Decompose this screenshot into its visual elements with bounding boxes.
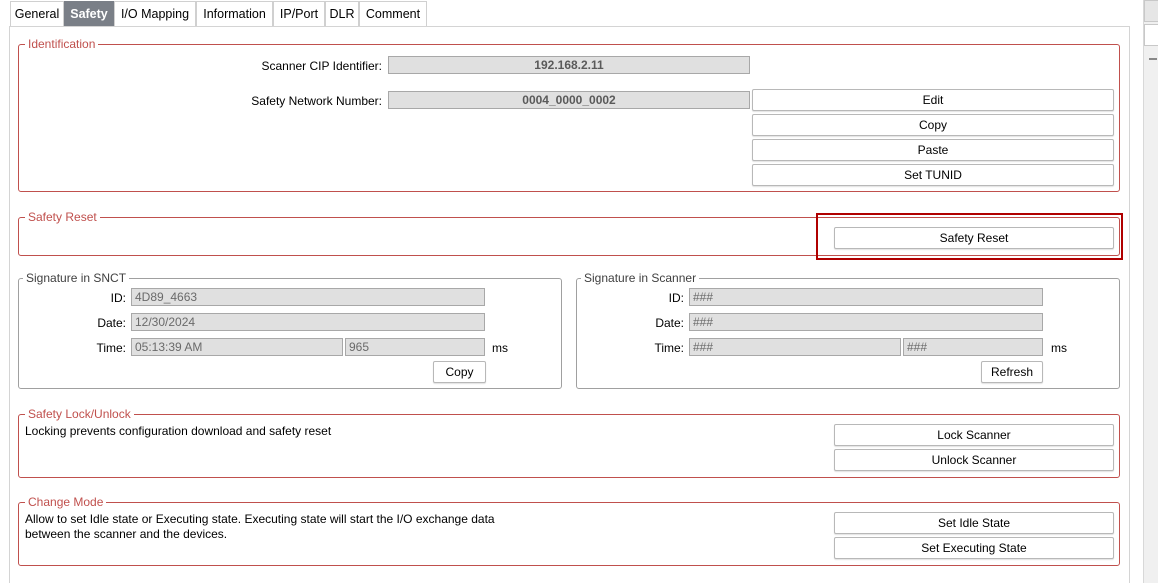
scanner-time-field: ###	[689, 338, 901, 356]
snct-date-label: Date:	[97, 316, 126, 330]
change-mode-title: Change Mode	[25, 494, 107, 510]
scanner-date-field: ###	[689, 313, 1043, 331]
tab-io-mapping[interactable]: I/O Mapping	[114, 1, 196, 26]
snct-date-field: 12/30/2024	[131, 313, 485, 331]
tab-comment[interactable]: Comment	[359, 1, 427, 26]
copy-snn-button[interactable]: Copy	[752, 114, 1114, 136]
safety-reset-title: Safety Reset	[25, 209, 100, 225]
unlock-scanner-button[interactable]: Unlock Scanner	[834, 449, 1114, 471]
scroll-thumb[interactable]	[1144, 24, 1158, 46]
scroll-up-button[interactable]	[1144, 0, 1158, 22]
signature-snct-title: Signature in SNCT	[23, 270, 130, 286]
cip-label: Scanner CIP Identifier:	[261, 59, 382, 73]
tab-bar: General Safety I/O Mapping Information I…	[0, 0, 1140, 26]
scanner-ms-unit: ms	[1051, 341, 1067, 355]
snct-copy-button[interactable]: Copy	[433, 361, 486, 383]
identification-title: Identification	[25, 36, 99, 52]
snct-ms-field: 965	[345, 338, 485, 356]
scanner-date-label: Date:	[655, 316, 684, 330]
lock-description: Locking prevents configuration download …	[25, 424, 332, 438]
signature-scanner-title: Signature in Scanner	[581, 270, 700, 286]
scanner-id-field: ###	[689, 288, 1043, 306]
scanner-time-label: Time:	[654, 341, 684, 355]
scanner-ms-field: ###	[903, 338, 1043, 356]
vertical-scrollbar[interactable]	[1143, 0, 1158, 583]
refresh-button[interactable]: Refresh	[981, 361, 1043, 383]
change-mode-description-line1: Allow to set Idle state or Executing sta…	[25, 512, 495, 526]
snn-label: Safety Network Number:	[251, 94, 382, 108]
tab-dlr[interactable]: DLR	[325, 1, 359, 26]
scroll-grip-icon	[1149, 58, 1157, 60]
edit-button[interactable]: Edit	[752, 89, 1114, 111]
tab-general[interactable]: General	[10, 1, 64, 26]
snct-id-label: ID:	[110, 291, 126, 305]
snn-field: 0004_0000_0002	[388, 91, 750, 109]
tab-safety[interactable]: Safety	[64, 1, 114, 26]
snct-time-field: 05:13:39 AM	[131, 338, 343, 356]
set-tunid-button[interactable]: Set TUNID	[752, 164, 1114, 186]
safety-lock-title: Safety Lock/Unlock	[25, 406, 134, 422]
change-mode-description-line2: between the scanner and the devices.	[25, 527, 228, 541]
tab-information[interactable]: Information	[196, 1, 273, 26]
snct-time-label: Time:	[96, 341, 126, 355]
set-executing-state-button[interactable]: Set Executing State	[834, 537, 1114, 559]
safety-reset-button[interactable]: Safety Reset	[834, 227, 1114, 249]
snct-id-field: 4D89_4663	[131, 288, 485, 306]
cip-field: 192.168.2.11	[388, 56, 750, 74]
set-idle-state-button[interactable]: Set Idle State	[834, 512, 1114, 534]
snct-ms-unit: ms	[492, 341, 508, 355]
tab-ip-port[interactable]: IP/Port	[273, 1, 325, 26]
paste-button[interactable]: Paste	[752, 139, 1114, 161]
lock-scanner-button[interactable]: Lock Scanner	[834, 424, 1114, 446]
scanner-id-label: ID:	[668, 291, 684, 305]
